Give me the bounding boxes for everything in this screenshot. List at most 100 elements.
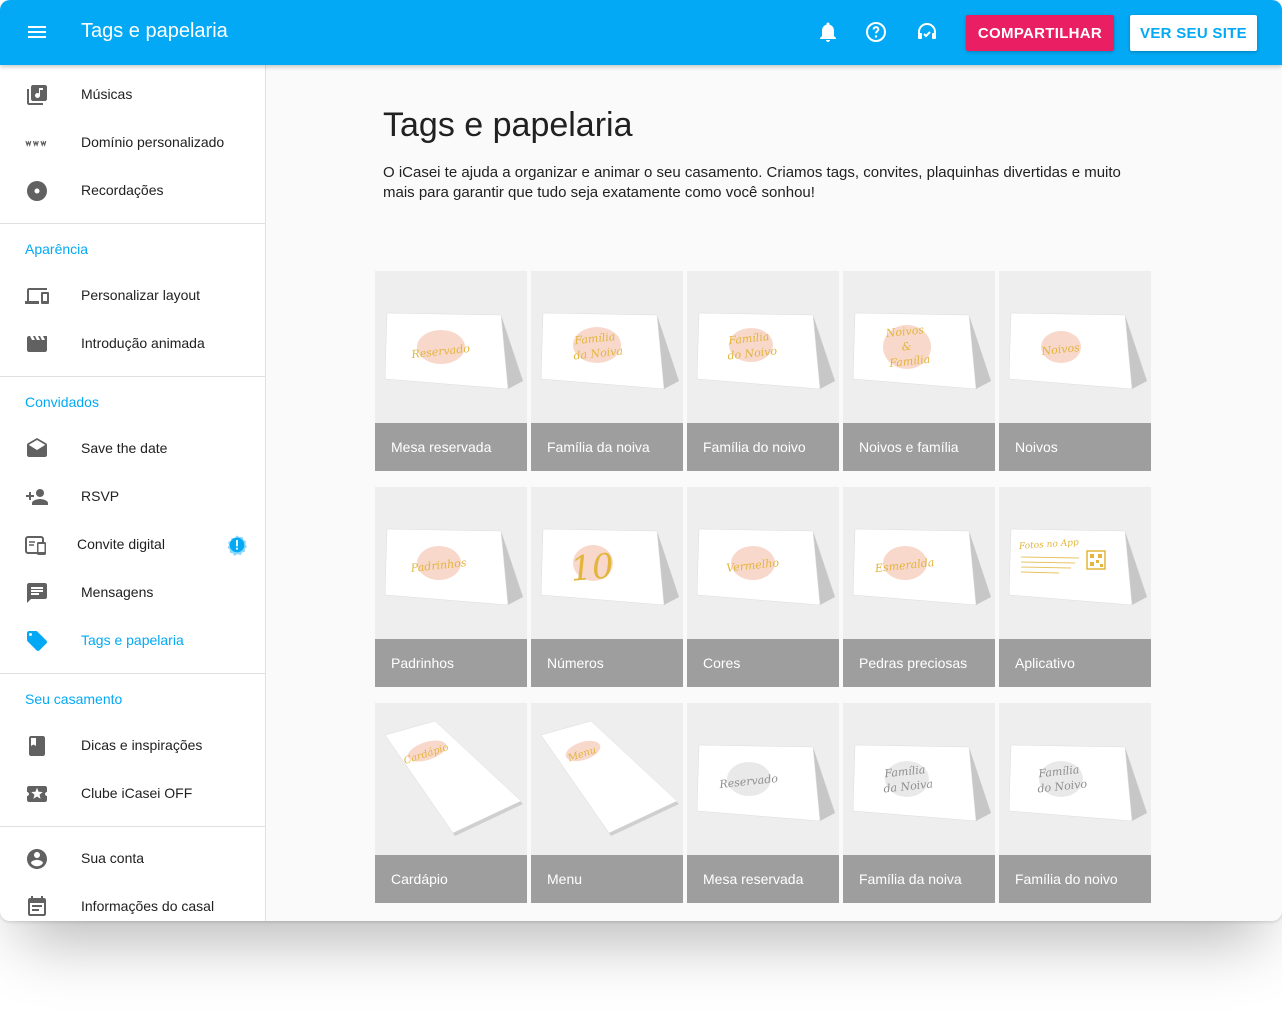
stationery-card[interactable]: Família da Noiva Família da noiva	[531, 271, 683, 471]
www-icon	[25, 140, 47, 147]
sidebar-item-label: Sua conta	[81, 850, 145, 866]
share-button[interactable]: COMPARTILHAR	[966, 15, 1114, 51]
tent-card-thumbnail: Fotos no App	[1008, 528, 1147, 606]
stationery-card[interactable]: Menu Menu	[531, 703, 683, 903]
hamburger-menu-icon[interactable]	[25, 20, 49, 44]
movie-icon	[27, 336, 47, 352]
svg-text:10: 10	[569, 546, 616, 590]
sidebar-item-label: Clube iCasei OFF	[81, 785, 193, 801]
section-title-aparencia: Aparência	[25, 241, 89, 257]
card-label: Família do noivo	[687, 423, 839, 471]
stationery-card[interactable]: Família do Noivo Família do noivo	[999, 703, 1151, 903]
account-circle-icon	[27, 849, 47, 869]
app-window: Tags e papelaria COMPARTILHAR VER SEU SI…	[0, 0, 1282, 921]
card-label: Noivos	[999, 423, 1151, 471]
stationery-card[interactable]: Família do Noivo Família do noivo	[687, 271, 839, 471]
bell-icon[interactable]	[816, 20, 840, 44]
tent-card-thumbnail: Família da Noiva	[852, 744, 991, 822]
tent-card-thumbnail: 10	[540, 528, 679, 606]
stationery-card[interactable]: Fotos no App Aplicativo	[999, 487, 1151, 687]
page-title: Tags e papelaria	[383, 106, 633, 144]
sidebar-item-label: Informações do casal	[81, 898, 215, 914]
sidebar-item-label: Recordações	[81, 182, 164, 198]
stationery-card[interactable]: Reservado Mesa reservada	[687, 703, 839, 903]
stationery-card[interactable]: Vermelho Cores	[687, 487, 839, 687]
tent-card-thumbnail: Reservado	[384, 312, 523, 390]
stationery-card[interactable]: Reservado Mesa reservada	[375, 271, 527, 471]
message-icon	[27, 583, 47, 603]
page-description: O iCasei te ajuda a organizar e animar o…	[383, 164, 1121, 201]
tent-card-thumbnail: Reservado	[696, 744, 835, 822]
tent-card-thumbnail: Família da Noiva	[540, 312, 679, 390]
sidebar-item-label: Convite digital	[77, 536, 165, 552]
tent-card-thumbnail: Noivos & Família	[852, 312, 991, 390]
sidebar-item-label: Dicas e inspirações	[81, 737, 203, 753]
sidebar-divider	[0, 376, 265, 377]
tag-icon	[27, 631, 47, 651]
card-label: Padrinhos	[375, 639, 527, 687]
sidebar-item-convite-digital[interactable]: Convite digital	[0, 521, 265, 569]
sidebar-item-tags-papelaria[interactable]: Tags e papelaria	[0, 617, 265, 665]
tent-card-thumbnail: Família do Noivo	[1008, 744, 1147, 822]
sidebar-item-informacoes-casal[interactable]: Informações do casal	[0, 883, 265, 921]
card-label: Cores	[687, 639, 839, 687]
sidebar-item-sua-conta[interactable]: Sua conta	[0, 835, 265, 883]
sidebar-item-dominio[interactable]: Domínio personalizado	[0, 119, 265, 167]
section-title-convidados: Convidados	[25, 394, 99, 410]
sidebar-item-save-the-date[interactable]: Save the date	[0, 425, 265, 473]
card-label: Aplicativo	[999, 639, 1151, 687]
event-note-icon	[28, 896, 46, 916]
stationery-card[interactable]: 10 Números	[531, 487, 683, 687]
envelope-open-icon	[27, 438, 47, 457]
sidebar-item-label: Domínio personalizado	[81, 134, 225, 150]
stationery-card[interactable]: Cardápio Cardápio	[375, 703, 527, 903]
tent-card-thumbnail: Esmeralda	[852, 528, 991, 606]
flat-menu-thumbnail: Cardápio	[384, 720, 523, 836]
sidebar-item-dicas-inspiracoes[interactable]: Dicas e inspirações	[0, 722, 265, 770]
sidebar-item-rsvp[interactable]: RSVP	[0, 473, 265, 521]
card-label: Família da noiva	[843, 855, 995, 903]
sidebar-item-personalizar-layout[interactable]: Personalizar layout	[0, 272, 265, 320]
section-title-seu-casamento: Seu casamento	[25, 691, 123, 707]
sidebar: Músicas Domínio personalizado Recordaçõe…	[0, 65, 266, 921]
sidebar-item-label: Mensagens	[81, 584, 154, 600]
stationery-card[interactable]: Padrinhos Padrinhos	[375, 487, 527, 687]
card-label: Família da noiva	[531, 423, 683, 471]
app-bar: Tags e papelaria COMPARTILHAR VER SEU SI…	[0, 0, 1282, 65]
stationery-card[interactable]: Esmeralda Pedras preciosas	[843, 487, 995, 687]
alert-badge-icon	[227, 535, 247, 556]
sidebar-item-musicas[interactable]: Músicas	[0, 71, 265, 119]
card-label: Família do noivo	[999, 855, 1151, 903]
card-label: Pedras preciosas	[843, 639, 995, 687]
sidebar-item-recordacoes[interactable]: Recordações	[0, 167, 265, 215]
music-library-icon	[27, 85, 47, 105]
sidebar-item-clube-icasei[interactable]: Clube iCasei OFF	[0, 770, 265, 818]
sidebar-item-introducao-animada[interactable]: Introdução animada	[0, 320, 265, 368]
stationery-card[interactable]: Noivos & Família Noivos e família	[843, 271, 995, 471]
sidebar-item-label: Tags e papelaria	[81, 632, 184, 648]
card-label: Menu	[531, 855, 683, 903]
app-bar-title: Tags e papelaria	[81, 20, 228, 42]
help-icon[interactable]	[864, 20, 888, 44]
tent-card-thumbnail: Família do Noivo	[696, 312, 835, 390]
card-label: Cardápio	[375, 855, 527, 903]
sidebar-divider	[0, 223, 265, 224]
person-add-icon	[26, 489, 48, 505]
sidebar-item-label: Personalizar layout	[81, 287, 201, 303]
devices-icon	[25, 288, 49, 304]
card-label: Mesa reservada	[687, 855, 839, 903]
flat-menu-thumbnail: Menu	[540, 720, 679, 836]
sidebar-divider	[0, 826, 265, 827]
sidebar-item-label: RSVP	[81, 488, 120, 504]
tent-card-thumbnail: Noivos	[1008, 312, 1147, 390]
tent-card-thumbnail: Padrinhos	[384, 528, 523, 606]
stationery-card[interactable]: Família da Noiva Família da noiva	[843, 703, 995, 903]
card-label: Números	[531, 639, 683, 687]
view-site-button[interactable]: VER SEU SITE	[1130, 15, 1257, 51]
stationery-card[interactable]: Noivos Noivos	[999, 271, 1151, 471]
book-icon	[29, 736, 45, 756]
support-headset-icon[interactable]	[915, 20, 939, 44]
sidebar-item-label: Músicas	[81, 86, 133, 102]
disc-icon	[27, 181, 47, 201]
sidebar-item-mensagens[interactable]: Mensagens	[0, 569, 265, 617]
